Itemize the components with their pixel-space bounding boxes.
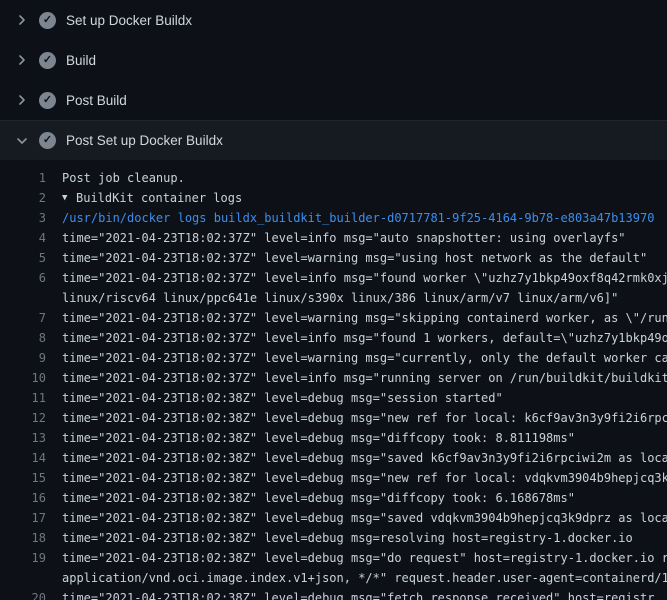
log-line: 19 time="2021-04-23T18:02:38Z" level=deb…	[0, 548, 667, 568]
log-line-text: time="2021-04-23T18:02:38Z" level=debug …	[62, 468, 667, 488]
log-line-number[interactable]: 20	[14, 588, 46, 600]
step-section: ✓ Build	[0, 40, 667, 80]
log-line: 15 time="2021-04-23T18:02:38Z" level=deb…	[0, 468, 667, 488]
step-section: ✓ Post Set up Docker Buildx 1 Post job c…	[0, 120, 667, 600]
log-line-number[interactable]: 14	[14, 448, 46, 468]
log-line-number[interactable]: 15	[14, 468, 46, 488]
log-line: 9 time="2021-04-23T18:02:37Z" level=warn…	[0, 348, 667, 368]
log-line: 4 time="2021-04-23T18:02:37Z" level=info…	[0, 228, 667, 248]
step-section-label: Set up Docker Buildx	[66, 13, 192, 28]
log-line-number[interactable]: 11	[14, 388, 46, 408]
log-line-number[interactable]: 18	[14, 528, 46, 548]
log-line: 5 time="2021-04-23T18:02:37Z" level=warn…	[0, 248, 667, 268]
log-line-text: BuildKit container logs	[76, 188, 667, 208]
log-line: linux/riscv64 linux/ppc641e linux/s390x …	[0, 288, 667, 308]
log-line: 18 time="2021-04-23T18:02:38Z" level=deb…	[0, 528, 667, 548]
log-line-text: time="2021-04-23T18:02:38Z" level=debug …	[62, 488, 667, 508]
log-line-text: linux/riscv64 linux/ppc641e linux/s390x …	[62, 288, 667, 308]
step-section-header[interactable]: ✓ Post Set up Docker Buildx	[0, 120, 667, 160]
log-line-number[interactable]: 6	[14, 268, 46, 288]
group-toggle-icon[interactable]: ▼	[62, 188, 76, 208]
step-section-label: Build	[66, 53, 96, 68]
log-line-number[interactable]	[14, 288, 46, 308]
log-line: 10 time="2021-04-23T18:02:37Z" level=inf…	[0, 368, 667, 388]
log-line-text: time="2021-04-23T18:02:37Z" level=info m…	[62, 328, 667, 348]
chevron-right-icon	[14, 12, 30, 28]
chevron-right-icon	[14, 52, 30, 68]
log-line-text: time="2021-04-23T18:02:37Z" level=info m…	[62, 368, 667, 388]
log-line-text: time="2021-04-23T18:02:38Z" level=debug …	[62, 528, 667, 548]
step-section-label: Post Build	[66, 93, 127, 108]
log-line-text: time="2021-04-23T18:02:38Z" level=debug …	[62, 508, 667, 528]
step-section-header[interactable]: ✓ Build	[0, 40, 667, 80]
log-line-number[interactable]: 4	[14, 228, 46, 248]
log-line: 1 Post job cleanup.	[0, 168, 667, 188]
log-line-text: time="2021-04-23T18:02:37Z" level=warnin…	[62, 348, 667, 368]
log-line: 17 time="2021-04-23T18:02:38Z" level=deb…	[0, 508, 667, 528]
step-section-label: Post Set up Docker Buildx	[66, 133, 223, 148]
actions-log-viewer: ✓ Set up Docker Buildx ✓ Build ✓ Post Bu	[0, 0, 667, 600]
log-line-number[interactable]: 8	[14, 328, 46, 348]
step-section-header[interactable]: ✓ Set up Docker Buildx	[0, 0, 667, 40]
log-line: 11 time="2021-04-23T18:02:38Z" level=deb…	[0, 388, 667, 408]
log-line-number[interactable]: 12	[14, 408, 46, 428]
log-line-text: time="2021-04-23T18:02:37Z" level=info m…	[62, 268, 667, 288]
log-line-text: time="2021-04-23T18:02:37Z" level=warnin…	[62, 248, 667, 268]
chevron-right-icon	[14, 92, 30, 108]
log-line-number[interactable]: 10	[14, 368, 46, 388]
log-line-text: application/vnd.oci.image.index.v1+json,…	[62, 568, 667, 588]
log-line: 13 time="2021-04-23T18:02:38Z" level=deb…	[0, 428, 667, 448]
log-line-text: time="2021-04-23T18:02:38Z" level=debug …	[62, 548, 667, 568]
step-section: ✓ Set up Docker Buildx	[0, 0, 667, 40]
log-line-text: time="2021-04-23T18:02:37Z" level=info m…	[62, 228, 667, 248]
log-line-number[interactable]: 19	[14, 548, 46, 568]
log-line: 14 time="2021-04-23T18:02:38Z" level=deb…	[0, 448, 667, 468]
log-line-number[interactable]: 1	[14, 168, 46, 188]
log-line-text: Post job cleanup.	[62, 168, 667, 188]
log-line: 6 time="2021-04-23T18:02:37Z" level=info…	[0, 268, 667, 288]
log-line: 7 time="2021-04-23T18:02:37Z" level=warn…	[0, 308, 667, 328]
check-circle-icon: ✓	[39, 132, 56, 149]
log-line-number[interactable]: 13	[14, 428, 46, 448]
check-circle-icon: ✓	[39, 92, 56, 109]
log-line-number[interactable]: 9	[14, 348, 46, 368]
log-line-text: time="2021-04-23T18:02:37Z" level=warnin…	[62, 308, 667, 328]
step-section-header[interactable]: ✓ Post Build	[0, 80, 667, 120]
step-sections: ✓ Set up Docker Buildx ✓ Build ✓ Post Bu	[0, 0, 667, 600]
log-line: 16 time="2021-04-23T18:02:38Z" level=deb…	[0, 488, 667, 508]
log-line-text: time="2021-04-23T18:02:38Z" level=debug …	[62, 588, 667, 600]
log-line-number[interactable]: 7	[14, 308, 46, 328]
log-line-text: time="2021-04-23T18:02:38Z" level=debug …	[62, 448, 667, 468]
log-line-number[interactable]: 5	[14, 248, 46, 268]
log-line-number[interactable]: 3	[14, 208, 46, 228]
log-line: 20 time="2021-04-23T18:02:38Z" level=deb…	[0, 588, 667, 600]
log-line: 3 /usr/bin/docker logs buildx_buildkit_b…	[0, 208, 667, 228]
log-line-number[interactable]: 17	[14, 508, 46, 528]
log-line-number[interactable]: 2	[14, 188, 46, 208]
log-body: 1 Post job cleanup. 2 ▼ BuildKit contain…	[0, 160, 667, 600]
log-line: 12 time="2021-04-23T18:02:38Z" level=deb…	[0, 408, 667, 428]
log-line: 8 time="2021-04-23T18:02:37Z" level=info…	[0, 328, 667, 348]
log-line: application/vnd.oci.image.index.v1+json,…	[0, 568, 667, 588]
log-line-text: time="2021-04-23T18:02:38Z" level=debug …	[62, 388, 667, 408]
log-line: 2 ▼ BuildKit container logs	[0, 188, 667, 208]
log-line-text: time="2021-04-23T18:02:38Z" level=debug …	[62, 428, 667, 448]
check-circle-icon: ✓	[39, 52, 56, 69]
step-section: ✓ Post Build	[0, 80, 667, 120]
log-line-number[interactable]: 16	[14, 488, 46, 508]
check-circle-icon: ✓	[39, 12, 56, 29]
chevron-down-icon	[14, 133, 30, 149]
log-line-number[interactable]	[14, 568, 46, 588]
log-line-text: time="2021-04-23T18:02:38Z" level=debug …	[62, 408, 667, 428]
log-line-text: /usr/bin/docker logs buildx_buildkit_bui…	[62, 208, 667, 228]
